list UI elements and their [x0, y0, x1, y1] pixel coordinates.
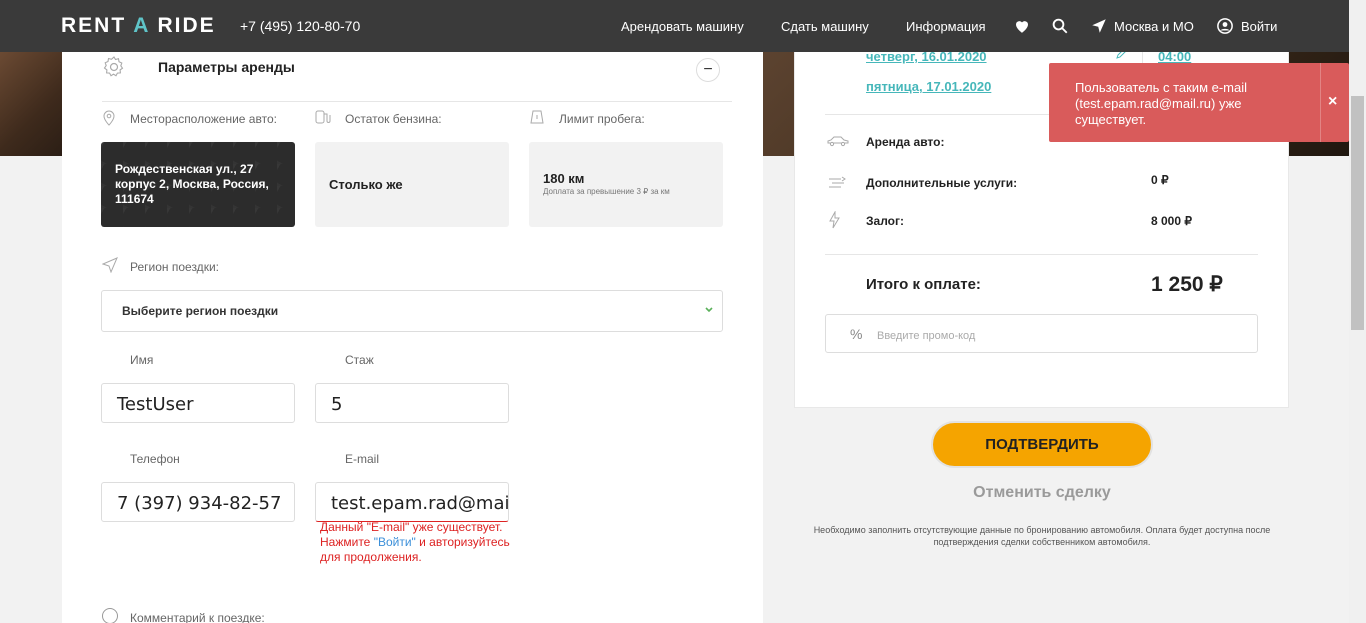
user-icon[interactable] [1216, 17, 1234, 35]
name-label: Имя [130, 353, 154, 367]
fuel-value: Столько же [329, 177, 403, 192]
location-label: Месторасположение авто: [130, 112, 277, 126]
phone-label: Телефон [130, 452, 180, 466]
email-field[interactable]: test.epam.rad@mail.ru [315, 482, 509, 522]
error-toast: Пользователь с таким e-mail (test.epam.r… [1049, 63, 1349, 142]
name-input[interactable]: TestUser [101, 383, 295, 423]
confirm-button[interactable]: ПОДТВЕРДИТЬ [931, 421, 1153, 468]
end-date-link[interactable]: пятница, 17.01.2020 [866, 79, 991, 94]
pin-icon [103, 110, 115, 126]
mileage-note: Доплата за превышение 3 ₽ за км [543, 187, 670, 196]
region-label: Регион поездки: [130, 260, 219, 274]
services-value: 0 ₽ [1151, 173, 1169, 187]
city-selector[interactable]: Москва и МО [1114, 19, 1194, 34]
mileage-value: 180 км [543, 171, 585, 186]
mileage-tile: 180 км Доплата за превышение 3 ₽ за км [529, 142, 723, 227]
fuel-icon [315, 110, 331, 124]
email-error-text: Данный "E-mail" уже существует. Нажмите … [320, 520, 510, 564]
search-icon[interactable] [1051, 17, 1069, 35]
services-label: Дополнительные услуги: [866, 176, 1018, 190]
nav-list-car[interactable]: Сдать машину [781, 19, 869, 34]
chevron-down-icon [705, 307, 713, 313]
region-select[interactable]: Выберите регион поездки [101, 290, 723, 332]
close-icon[interactable]: × [1328, 93, 1337, 111]
email-label: E-mail [345, 452, 380, 466]
car-icon [827, 136, 849, 147]
promo-placeholder: Введите промо-код [877, 330, 976, 342]
services-icon [829, 176, 846, 188]
location-map-tile[interactable]: Рождественская ул., 27 корпус 2, Москва,… [101, 142, 295, 227]
login-error-link[interactable]: "Войти" [374, 535, 416, 549]
login-link[interactable]: Войти [1241, 19, 1277, 34]
experience-label: Стаж [345, 353, 374, 367]
comment-toggle[interactable] [102, 608, 118, 623]
location-arrow-icon[interactable] [1090, 17, 1108, 35]
comment-label: Комментарий к поездке: [130, 611, 265, 623]
lightning-icon [829, 211, 840, 229]
experience-input[interactable]: 5 [315, 383, 509, 423]
toast-message: Пользователь с таким e-mail (test.epam.r… [1075, 80, 1248, 127]
phone-input[interactable]: 7 (397) 934-82-57 [101, 482, 295, 522]
collapse-button[interactable]: − [696, 58, 720, 82]
fuel-label: Остаток бензина: [345, 112, 442, 126]
payment-note: Необходимо заполнить отсутствующие данны… [813, 525, 1271, 547]
header-phone[interactable]: +7 (495) 120-80-70 [240, 18, 360, 34]
location-value: Рождественская ул., 27 корпус 2, Москва,… [115, 162, 269, 206]
gear-icon [103, 56, 124, 77]
fuel-tile: Столько же [315, 142, 509, 227]
section-header: Параметры аренды − [102, 56, 732, 102]
banner-image [0, 52, 62, 156]
nav-rent-car[interactable]: Арендовать машину [621, 19, 744, 34]
top-navbar: RENT A RIDE +7 (495) 120-80-70 Арендоват… [0, 0, 1366, 52]
cancel-deal-link[interactable]: Отменить сделку [931, 484, 1153, 502]
send-icon [102, 257, 118, 273]
scrollbar-thumb[interactable] [1351, 96, 1364, 330]
region-select-value: Выберите регион поездки [122, 304, 279, 318]
promo-code-input[interactable]: % Введите промо-код [825, 314, 1258, 353]
speedometer-icon [530, 110, 544, 124]
rent-label: Аренда авто: [866, 135, 945, 149]
rental-params-card: Параметры аренды − Месторасположение авт… [62, 38, 763, 623]
nav-info[interactable]: Информация [906, 19, 986, 34]
divider [1320, 63, 1321, 142]
total-label: Итого к оплате: [866, 276, 981, 293]
divider [825, 254, 1258, 255]
logo[interactable]: RENT A RIDE [61, 14, 216, 38]
mileage-label: Лимит пробега: [559, 112, 645, 126]
deposit-label: Залог: [866, 214, 904, 228]
divider [825, 114, 1080, 115]
section-title: Параметры аренды [158, 59, 295, 75]
deposit-value: 8 000 ₽ [1151, 214, 1192, 228]
percent-icon: % [850, 326, 863, 342]
heart-icon[interactable] [1013, 17, 1031, 35]
total-value: 1 250 ₽ [1151, 273, 1223, 296]
